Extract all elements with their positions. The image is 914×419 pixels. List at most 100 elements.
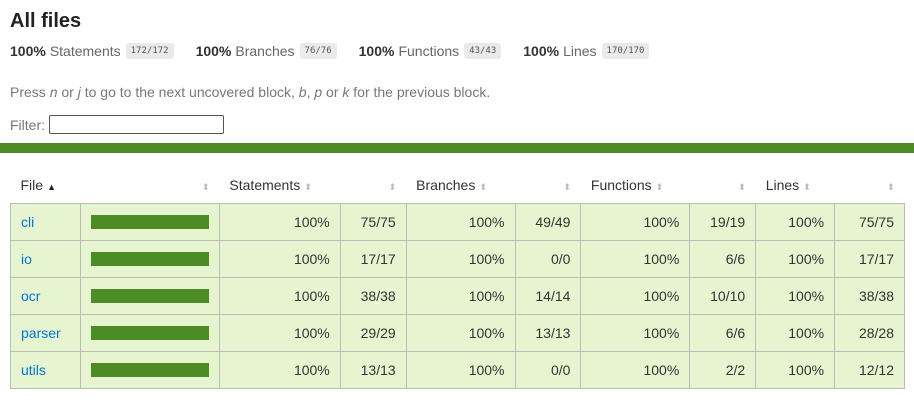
summary-functions: 100% Functions 43/43 [359,43,502,59]
header-lines-raw[interactable]: ⬍ [835,167,905,204]
branches-pct: 100% [405,314,516,352]
lines-pct: 100% [755,203,836,241]
statements-raw: 38/38 [339,277,407,315]
statements-raw: 17/17 [339,240,407,278]
sort-icon: ⬍ [304,182,312,192]
sort-icon: ⬍ [563,182,571,192]
summary-fraction: 172/172 [125,43,174,59]
lines-raw: 38/38 [834,277,905,315]
header-statements[interactable]: Statements ⬍ [219,167,340,204]
branches-pct: 100% [405,240,516,278]
header-branches-raw[interactable]: ⬍ [515,167,581,204]
branches-pct: 100% [405,351,516,389]
summary-statements: 100% Statements 172/172 [10,43,174,59]
coverage-bar-cell [79,351,220,389]
functions-pct: 100% [580,203,691,241]
file-link[interactable]: parser [21,325,61,341]
table-row: parser 100% 29/29 100% 13/13 100% 6/6 10… [10,314,905,352]
lines-pct: 100% [755,277,836,315]
functions-pct: 100% [580,314,691,352]
hint-key: p [314,84,323,100]
statements-pct: 100% [218,203,341,241]
branches-raw: 0/0 [514,240,582,278]
sort-icon: ⬍ [479,182,487,192]
statements-pct: 100% [218,314,341,352]
table-row: utils 100% 13/13 100% 0/0 100% 2/2 100% … [10,351,905,389]
branches-pct: 100% [405,277,516,315]
coverage-bar [90,215,209,229]
filter-input[interactable] [49,115,224,134]
coverage-bar-cell [79,314,220,352]
header-functions-raw[interactable]: ⬍ [690,167,756,204]
table-row: ocr 100% 38/38 100% 14/14 100% 10/10 100… [10,277,905,315]
file-cell: parser [10,314,81,352]
summary-label: Statements [49,43,121,59]
summary-fraction: 43/43 [464,43,502,59]
branches-pct: 100% [405,203,516,241]
file-cell: ocr [10,277,81,315]
header-label: Lines [765,177,800,193]
filter-label: Filter: [10,116,45,133]
sort-icon: ⬍ [738,182,746,192]
file-link[interactable]: cli [21,214,34,230]
hint-text: for the previous block. [349,84,491,100]
sort-icon: ⬍ [803,182,811,192]
file-link[interactable]: io [21,251,32,267]
summary-branches: 100% Branches 76/76 [196,43,337,59]
hint-key: b [298,84,307,100]
file-cell: cli [10,203,81,241]
coverage-bar-cell [79,277,220,315]
coverage-bar-cell [79,203,220,241]
functions-raw: 2/2 [689,351,757,389]
branches-raw: 14/14 [514,277,582,315]
header-label: File [20,177,44,193]
table-row: io 100% 17/17 100% 0/0 100% 6/6 100% 17/… [10,240,905,278]
sort-icon: ⬍ [388,182,397,192]
header-label: Functions [590,177,652,193]
keyboard-hint: Press n or j to go to the next uncovered… [10,83,904,101]
functions-raw: 10/10 [689,277,757,315]
hint-text: Press [10,84,50,100]
statements-pct: 100% [218,351,341,389]
statements-raw: 75/75 [339,203,407,241]
summary-label: Branches [235,43,295,59]
table-header-row: File ▲ ⬍ Statements ⬍ ⬍ Branches ⬍ ⬍ Functi… [11,167,905,204]
coverage-bar [90,326,209,340]
file-link[interactable]: utils [21,362,46,378]
summary-fraction: 76/76 [299,43,337,59]
filter-row: Filter: [10,115,904,134]
header-lines[interactable]: Lines ⬍ [756,167,835,204]
functions-pct: 100% [580,277,691,315]
sort-ascending-icon: ▲ [47,182,56,192]
branches-raw: 49/49 [514,203,582,241]
page-title: All files [10,10,82,32]
functions-pct: 100% [580,240,691,278]
branches-raw: 0/0 [514,351,582,389]
branches-raw: 13/13 [514,314,582,352]
table-row: cli 100% 75/75 100% 49/49 100% 19/19 100… [10,203,905,241]
header-file-bar[interactable]: ⬍ [80,167,219,204]
header-branches[interactable]: Branches ⬍ [406,167,515,204]
functions-raw: 19/19 [689,203,757,241]
coverage-table: File ▲ ⬍ Statements ⬍ ⬍ Branches ⬍ ⬍ Functi… [10,167,905,389]
header-label: Branches [416,177,476,193]
statements-pct: 100% [218,277,341,315]
lines-pct: 100% [755,351,836,389]
file-link[interactable]: ocr [21,288,40,304]
coverage-status-bar [0,143,914,153]
statements-pct: 100% [218,240,341,278]
functions-raw: 6/6 [689,314,757,352]
statements-raw: 13/13 [339,351,407,389]
header-functions[interactable]: Functions ⬍ [581,167,690,204]
summary-pct: 100% [10,43,46,59]
sort-icon: ⬍ [886,182,895,192]
sort-icon: ⬍ [655,182,664,192]
lines-pct: 100% [755,240,836,278]
lines-raw: 17/17 [834,240,905,278]
summary-label: Lines [563,43,597,59]
hint-text: or [322,84,343,100]
lines-pct: 100% [755,314,836,352]
header-statements-raw[interactable]: ⬍ [340,167,406,204]
header-file[interactable]: File ▲ [11,167,81,204]
coverage-bar [90,363,209,377]
